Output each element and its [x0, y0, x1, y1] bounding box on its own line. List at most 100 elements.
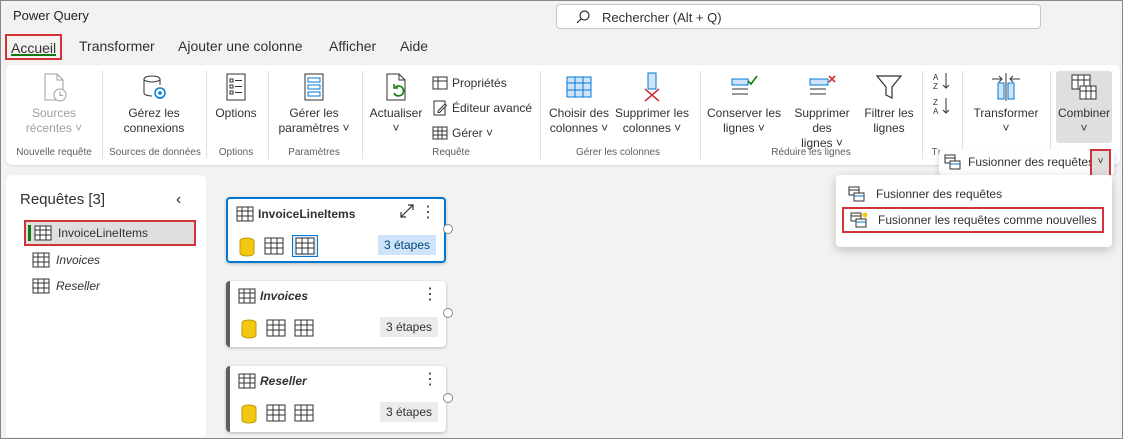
steps-badge[interactable]: 3 étapes — [377, 235, 436, 255]
card-connector[interactable] — [443, 308, 453, 318]
table-step-icon — [266, 404, 286, 422]
combine-caret: ˅ — [1080, 121, 1088, 135]
card-connector[interactable] — [443, 224, 453, 234]
keep-rows-label-1: Conserver les — [706, 106, 782, 120]
merge-queries-dropdown-caret[interactable]: ˅ — [1090, 149, 1111, 177]
options-icon — [226, 73, 246, 101]
choose-columns-label-1: Choisir des — [548, 106, 610, 120]
steps-badge[interactable]: 3 étapes — [379, 402, 438, 422]
options-button[interactable]: Options — [212, 71, 260, 121]
manage-query-button[interactable]: Gérer ˅ — [432, 123, 493, 143]
manage-parameters-button[interactable]: Gérer les paramètres ˅ — [274, 71, 354, 136]
transform-button[interactable]: Transformer ˅ — [968, 71, 1044, 136]
queries-panel-title: Requêtes [3] — [20, 191, 106, 208]
group-divider — [540, 71, 541, 159]
database-gear-icon — [143, 75, 166, 99]
properties-icon — [432, 76, 448, 90]
group-divider — [962, 71, 963, 159]
filter-rows-button[interactable]: Filtrer les lignes — [860, 71, 918, 136]
table-icon — [32, 278, 50, 294]
transform-caret: ˅ — [1002, 121, 1010, 135]
tab-afficher[interactable]: Afficher — [329, 34, 376, 60]
queries-panel: Requêtes [3] ‹ InvoiceLineItems Invoices… — [6, 175, 206, 437]
keep-rows-button[interactable]: Conserver les lignes ˅ — [706, 71, 782, 136]
search-box[interactable]: Rechercher (Alt + Q) — [556, 4, 1041, 29]
combine-button[interactable]: Combiner ˅ — [1056, 71, 1112, 136]
filter-rows-label-2: lignes — [873, 121, 905, 135]
query-card-invoices[interactable]: Invoices ⋮ 3 étapes — [226, 281, 446, 347]
manage-parameters-label-2: paramètres ˅ — [278, 121, 350, 135]
manage-connections-button[interactable]: Gérez les connexions — [110, 71, 198, 136]
remove-rows-icon — [809, 75, 836, 95]
remove-columns-button[interactable]: Supprimer les colonnes ˅ — [614, 71, 690, 136]
card-connector[interactable] — [443, 393, 453, 403]
refresh-button[interactable]: Actualiser ˅ — [368, 71, 424, 136]
remove-columns-icon — [644, 72, 660, 102]
title-bar: Power Query Rechercher (Alt + Q) — [1, 1, 1122, 33]
table-step-icon — [264, 237, 284, 255]
group-divider — [1050, 71, 1051, 159]
merge-queries-split-button[interactable]: Fusionner des requêtes — [944, 149, 1095, 175]
database-source-icon — [241, 319, 257, 339]
manage-query-label: Gérer ˅ — [452, 126, 494, 140]
options-label: Options — [215, 106, 257, 120]
sort-descending-button[interactable]: ZA — [932, 96, 956, 116]
combine-label: Combiner — [1057, 106, 1111, 120]
query-item-invoices[interactable]: Invoices — [24, 247, 196, 273]
collapse-panel-icon[interactable]: ‹ — [176, 191, 181, 209]
table-step-icon-selected[interactable] — [292, 235, 318, 257]
merge-queries-split-label: Fusionner des requêtes — [968, 155, 1095, 169]
group-label-data-sources: Sources de données — [109, 147, 201, 158]
merge-queries-icon — [848, 186, 865, 202]
group-divider — [922, 71, 923, 159]
expand-icon[interactable] — [400, 204, 414, 218]
group-label-options: Options — [218, 147, 254, 158]
more-options-icon[interactable]: ⋮ — [422, 369, 438, 389]
properties-label: Propriétés — [452, 76, 507, 90]
recent-sources-icon — [44, 73, 67, 102]
tab-transformer[interactable]: Transformer — [79, 34, 155, 60]
choose-columns-button[interactable]: Choisir des colonnes ˅ — [546, 71, 612, 136]
menu-item-label: Fusionner des requêtes — [876, 187, 1003, 201]
table-icon — [238, 373, 256, 389]
steps-badge[interactable]: 3 étapes — [379, 317, 438, 337]
query-item-label: Reseller — [56, 279, 101, 293]
group-label-query: Requête — [432, 147, 470, 158]
tab-accueil[interactable]: Accueil — [5, 34, 63, 60]
recent-sources-button[interactable]: Sources récentes ˅ — [14, 71, 94, 136]
transform-label: Transformer — [973, 106, 1039, 120]
advanced-editor-icon — [433, 100, 448, 116]
query-item-reseller[interactable]: Reseller — [24, 273, 196, 299]
combine-icon — [1071, 74, 1097, 100]
group-divider — [362, 71, 363, 159]
menu-item-label: Fusionner les requêtes comme nouvelles — [878, 213, 1097, 227]
properties-button[interactable]: Propriétés — [432, 73, 507, 93]
more-options-icon[interactable]: ⋮ — [420, 202, 436, 222]
advanced-editor-button[interactable]: Éditeur avancé — [432, 98, 532, 118]
menu-item-merge-queries[interactable]: Fusionner des requêtes — [842, 181, 1104, 207]
refresh-label: Actualiser — [369, 106, 423, 120]
filter-rows-label-1: Filtrer les — [864, 106, 914, 120]
sort-ascending-button[interactable]: AZ — [932, 71, 956, 91]
query-card-reseller[interactable]: Reseller ⋮ 3 étapes — [226, 366, 446, 432]
database-source-icon — [239, 237, 255, 257]
card-step-icons — [240, 319, 314, 339]
query-card-invoicelineitems[interactable]: InvoiceLineItems ⋮ 3 étapes — [226, 197, 446, 263]
table-icon — [34, 225, 52, 241]
tab-ajouter-colonne[interactable]: Ajouter une colonne — [178, 34, 303, 60]
tab-aide[interactable]: Aide — [400, 34, 428, 60]
recent-sources-label-2: récentes ˅ — [25, 121, 83, 135]
card-title: InvoiceLineItems — [258, 207, 356, 221]
remove-rows-button[interactable]: Supprimer des lignes ˅ — [783, 71, 861, 151]
table-step-icon — [294, 404, 314, 422]
choose-columns-icon — [566, 76, 592, 98]
svg-text:Z: Z — [933, 98, 938, 107]
merge-dropdown-menu: Fusionner des requêtes Fusionner les req… — [836, 175, 1112, 247]
group-label-new-query: Nouvelle requête — [16, 147, 92, 158]
table-step-icon — [266, 319, 286, 337]
query-item-invoicelineitems[interactable]: InvoiceLineItems — [24, 220, 196, 246]
menu-item-merge-queries-as-new[interactable]: Fusionner les requêtes comme nouvelles — [842, 207, 1104, 233]
search-placeholder: Rechercher (Alt + Q) — [602, 10, 722, 25]
more-options-icon[interactable]: ⋮ — [422, 284, 438, 304]
group-label-manage-columns: Gérer les colonnes — [576, 147, 660, 158]
